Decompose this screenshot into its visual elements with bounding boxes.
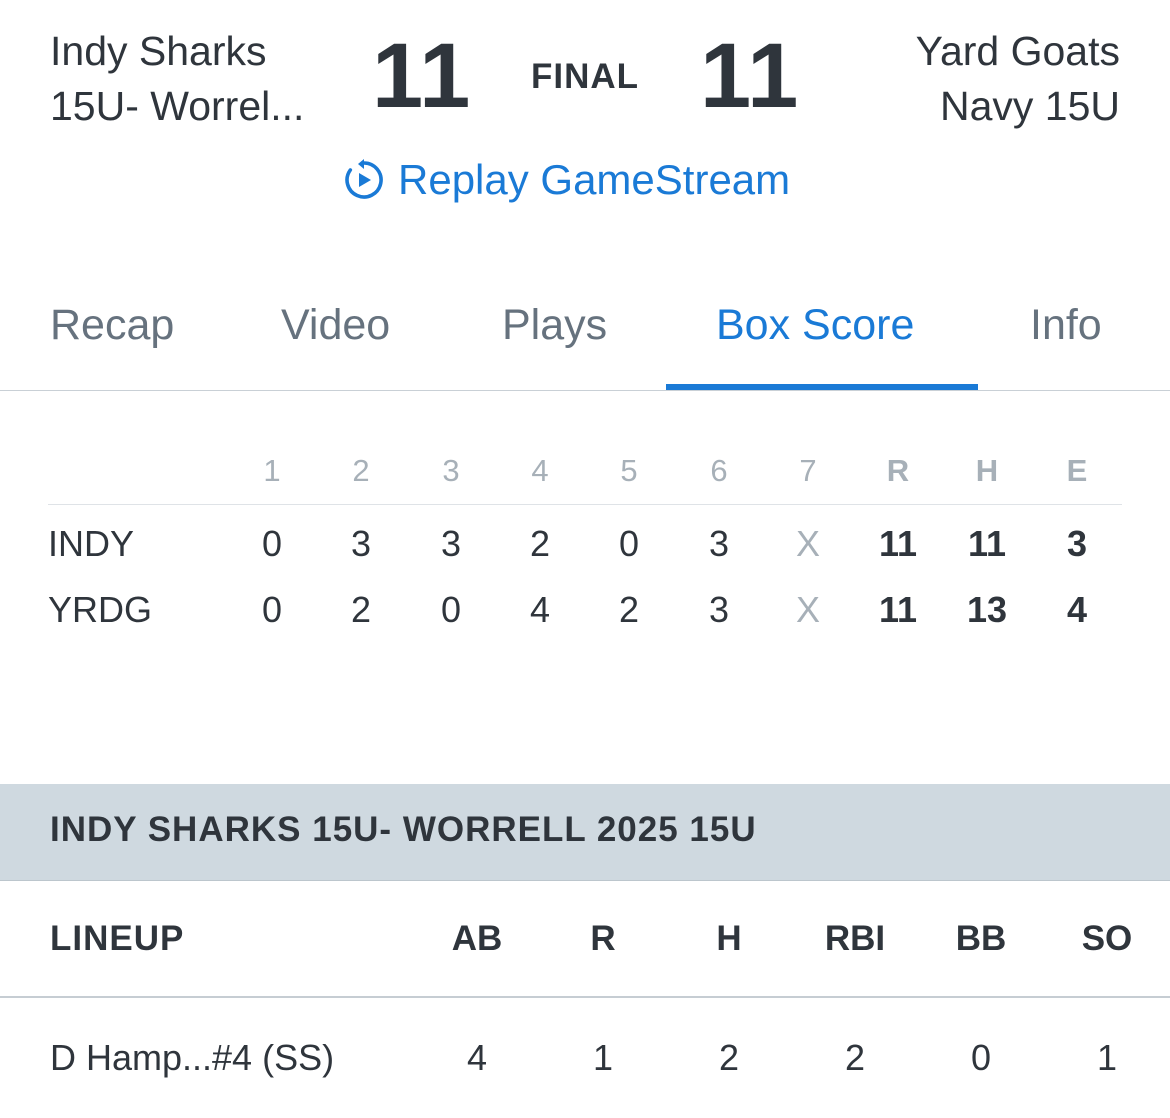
line-score-header-row: 1 2 3 4 5 6 7 R H E: [48, 438, 1122, 505]
replay-gamestream-label: Replay GameStream: [398, 156, 791, 203]
errors-header: E: [1066, 453, 1088, 488]
away-team-name-line1: Yard Goats: [915, 28, 1120, 74]
runs-total: 11: [878, 523, 918, 564]
hits-header: H: [975, 453, 999, 488]
inning-score: 0: [261, 523, 283, 564]
inning-score: 3: [440, 523, 462, 564]
runs-header: R: [886, 453, 910, 488]
tab-bar: Recap Video Plays Box Score Info: [0, 280, 1170, 391]
game-header: Indy Sharks 15U- Worrel... 11 FINAL 11 Y…: [0, 0, 1170, 240]
inning-header: 7: [799, 453, 817, 488]
errors-total: 3: [1066, 523, 1088, 564]
inning-score: 0: [440, 589, 462, 630]
rbi-value: 2: [844, 1037, 866, 1078]
tab-box-score[interactable]: Box Score: [716, 280, 914, 388]
home-score: 11: [372, 25, 472, 127]
replay-play-icon: [345, 159, 383, 199]
bb-header: BB: [955, 919, 1007, 958]
inning-header: 2: [352, 453, 370, 488]
inning-score: 2: [529, 523, 551, 564]
away-score: 11: [700, 25, 800, 127]
line-score-team: INDY: [48, 523, 135, 564]
at-bats-value: 4: [466, 1037, 488, 1078]
line-score-row-indy: INDY 0 3 3 2 0 3 X 11 11 3: [48, 511, 1122, 577]
batting-header-row: LINEUP AB R H RBI BB SO: [0, 881, 1170, 998]
home-team-name[interactable]: Indy Sharks 15U- Worrel...: [50, 24, 360, 134]
team-section-title: INDY SHARKS 15U- WORRELL 2025 15U: [50, 810, 757, 849]
tab-plays[interactable]: Plays: [502, 280, 607, 388]
inning-header: 5: [620, 453, 638, 488]
so-header: SO: [1081, 919, 1133, 958]
away-team-name-line2: Navy 15U: [939, 83, 1120, 129]
inning-score: 4: [529, 589, 551, 630]
replay-gamestream-button[interactable]: Replay GameStream: [342, 152, 790, 208]
line-score-row-yrdg: YRDG 0 2 0 4 2 3 X 11 13 4: [48, 577, 1122, 643]
runs-total: 11: [878, 589, 918, 630]
line-score-team: YRDG: [48, 589, 153, 630]
inning-header: 3: [442, 453, 460, 488]
runs-value: 1: [592, 1037, 614, 1078]
hits-total: 13: [966, 589, 1008, 630]
hits-value: 2: [718, 1037, 740, 1078]
inning-score: 0: [618, 523, 640, 564]
team-section-header: INDY SHARKS 15U- WORRELL 2025 15U: [0, 784, 1170, 881]
tab-recap[interactable]: Recap: [50, 280, 174, 388]
walks-value: 0: [970, 1037, 992, 1078]
tab-video[interactable]: Video: [281, 280, 390, 388]
inning-header: 1: [263, 453, 281, 488]
inning-score: X: [795, 523, 820, 564]
runs-header: R: [590, 919, 616, 958]
home-team-name-line1: Indy Sharks: [50, 28, 267, 74]
hits-header: H: [716, 919, 742, 958]
away-team-name[interactable]: Yard Goats Navy 15U: [800, 24, 1120, 134]
active-tab-indicator: [666, 384, 978, 390]
strikeouts-value: 1: [1096, 1037, 1118, 1078]
table-row[interactable]: D Hamp...#4 (SS) 4 1 2 2 0 1: [0, 998, 1170, 1112]
inning-score: 2: [618, 589, 640, 630]
inning-score: 0: [261, 589, 283, 630]
hits-total: 11: [967, 523, 1007, 564]
rbi-header: RBI: [824, 919, 886, 958]
home-team-name-line2: 15U- Worrel...: [50, 83, 305, 129]
inning-score: X: [795, 589, 820, 630]
inning-header: 6: [710, 453, 728, 488]
ab-header: AB: [451, 919, 503, 958]
player-name[interactable]: D Hamp...#4 (SS): [50, 998, 334, 1118]
lineup-header: LINEUP: [50, 919, 185, 958]
inning-score: 3: [708, 589, 730, 630]
tab-info[interactable]: Info: [1030, 280, 1102, 388]
errors-total: 4: [1066, 589, 1088, 630]
inning-score: 2: [350, 589, 372, 630]
game-status: FINAL: [530, 57, 640, 96]
inning-score: 3: [350, 523, 372, 564]
line-score-table: 1 2 3 4 5 6 7 R H E INDY 0 3 3 2 0 3 X 1…: [48, 438, 1122, 643]
inning-score: 3: [708, 523, 730, 564]
inning-header: 4: [531, 453, 549, 488]
